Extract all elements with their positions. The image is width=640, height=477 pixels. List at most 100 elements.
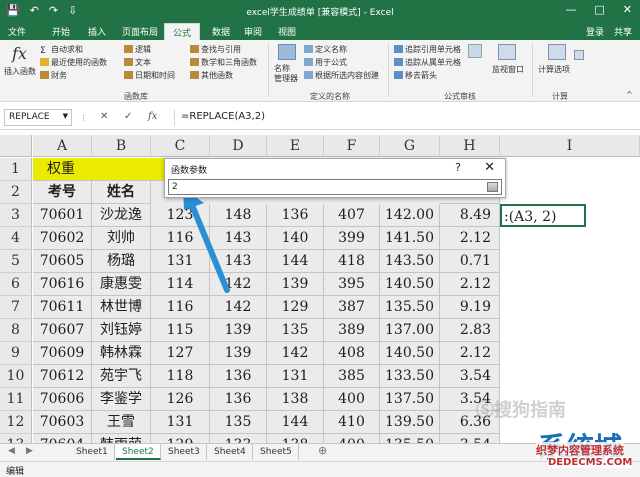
prev-sheet-icon[interactable]: ◀ bbox=[8, 446, 15, 456]
calculator-icon[interactable] bbox=[548, 44, 566, 60]
table-cell[interactable]: 135 bbox=[267, 319, 324, 342]
column-header[interactable]: A bbox=[33, 135, 92, 157]
calc-now-icon[interactable] bbox=[574, 50, 584, 60]
table-cell[interactable]: 140.50 bbox=[380, 273, 440, 296]
text-button[interactable]: 文本 bbox=[124, 57, 151, 68]
row-header[interactable]: 5 bbox=[0, 250, 32, 273]
column-header[interactable]: F bbox=[324, 135, 380, 157]
row-header[interactable]: 8 bbox=[0, 319, 32, 342]
table-cell[interactable]: 118 bbox=[151, 365, 210, 388]
table-cell[interactable]: 70601 bbox=[33, 204, 92, 227]
close-icon[interactable]: ✕ bbox=[484, 160, 495, 175]
cancel-icon[interactable]: ✕ bbox=[100, 111, 108, 122]
table-cell[interactable]: 70604 bbox=[33, 434, 92, 443]
column-header[interactable]: B bbox=[92, 135, 151, 157]
datetime-button[interactable]: 日期和时间 bbox=[124, 70, 175, 81]
add-sheet-icon[interactable]: ⊕ bbox=[318, 444, 327, 457]
name-box[interactable]: REPLACE ▼ bbox=[4, 109, 72, 126]
table-cell[interactable]: 131 bbox=[151, 250, 210, 273]
row-header[interactable]: 3 bbox=[0, 204, 32, 227]
table-cell[interactable]: 129 bbox=[151, 434, 210, 443]
tab-page-layout[interactable]: 页面布局 bbox=[122, 25, 158, 38]
table-cell[interactable]: 8.49 bbox=[440, 204, 500, 227]
table-cell[interactable]: 2.12 bbox=[440, 273, 500, 296]
table-cell[interactable]: 127 bbox=[151, 342, 210, 365]
table-cell[interactable]: 70607 bbox=[33, 319, 92, 342]
table-cell[interactable]: 沙龙逸 bbox=[92, 204, 151, 227]
table-cell[interactable]: 133 bbox=[210, 434, 267, 443]
table-cell[interactable]: 70611 bbox=[33, 296, 92, 319]
sheet-tab-2[interactable]: Sheet2 bbox=[116, 444, 161, 460]
create-from-selection-button[interactable]: 根据所选内容创建 bbox=[304, 70, 379, 81]
row-header[interactable]: 1 bbox=[0, 158, 32, 181]
financial-button[interactable]: 财务 bbox=[40, 70, 67, 81]
table-cell[interactable]: 138 bbox=[267, 388, 324, 411]
table-cell[interactable]: 400 bbox=[324, 388, 380, 411]
table-cell[interactable]: 141.50 bbox=[380, 227, 440, 250]
table-cell[interactable]: 李鉴学 bbox=[92, 388, 151, 411]
row-header[interactable]: 10 bbox=[0, 365, 32, 388]
table-cell[interactable]: 70606 bbox=[33, 388, 92, 411]
column-header[interactable]: C bbox=[151, 135, 210, 157]
tab-view[interactable]: 视图 bbox=[278, 25, 296, 38]
table-cell[interactable]: 408 bbox=[324, 342, 380, 365]
table-cell[interactable]: 115 bbox=[151, 319, 210, 342]
table-cell[interactable]: 139 bbox=[267, 273, 324, 296]
table-cell[interactable]: 137.50 bbox=[380, 388, 440, 411]
column-header[interactable]: D bbox=[210, 135, 267, 157]
table-cell[interactable]: 137.00 bbox=[380, 319, 440, 342]
trace-dependents-button[interactable]: 追踪从属单元格 bbox=[394, 57, 461, 68]
table-cell[interactable]: 116 bbox=[151, 296, 210, 319]
table-cell[interactable]: 70605 bbox=[33, 250, 92, 273]
table-cell[interactable]: 410 bbox=[324, 411, 380, 434]
select-all-corner[interactable] bbox=[0, 135, 32, 157]
sheet-tab-4[interactable]: Sheet4 bbox=[208, 444, 253, 460]
column-header[interactable]: G bbox=[380, 135, 440, 157]
table-cell[interactable]: 387 bbox=[324, 296, 380, 319]
table-cell[interactable]: 林世博 bbox=[92, 296, 151, 319]
chevron-down-icon[interactable]: ▼ bbox=[63, 112, 68, 120]
math-button[interactable]: 数学和三角函数 bbox=[190, 57, 257, 68]
table-cell[interactable]: 143 bbox=[210, 227, 267, 250]
table-cell[interactable]: 70612 bbox=[33, 365, 92, 388]
table-cell[interactable]: 140.50 bbox=[380, 342, 440, 365]
insert-function-button[interactable]: 插入函数 bbox=[4, 66, 36, 77]
table-cell[interactable]: 126 bbox=[151, 388, 210, 411]
table-cell[interactable]: 刘钰婷 bbox=[92, 319, 151, 342]
table-cell[interactable]: 142.00 bbox=[380, 204, 440, 227]
recent-functions-button[interactable]: 最近使用的函数 bbox=[40, 57, 107, 68]
autosum-button[interactable]: Σ 自动求和 bbox=[40, 44, 83, 56]
table-cell[interactable]: 0.71 bbox=[440, 250, 500, 273]
sheet-tab-5[interactable]: Sheet5 bbox=[254, 444, 299, 460]
row-header[interactable]: 11 bbox=[0, 388, 32, 411]
trace-precedents-button[interactable]: 追踪引用单元格 bbox=[394, 44, 461, 55]
lookup-button[interactable]: 查找与引用 bbox=[190, 44, 241, 55]
tab-file[interactable]: 文件 bbox=[8, 25, 26, 38]
header-cell[interactable]: 姓名 bbox=[92, 181, 151, 204]
column-header[interactable]: E bbox=[267, 135, 324, 157]
column-header[interactable]: H bbox=[440, 135, 500, 157]
table-cell[interactable]: 70609 bbox=[33, 342, 92, 365]
argument-input[interactable]: 2 bbox=[168, 179, 502, 195]
next-sheet-icon[interactable]: ▶ bbox=[26, 446, 33, 456]
table-cell[interactable]: 138 bbox=[267, 434, 324, 443]
table-cell[interactable]: 144 bbox=[267, 411, 324, 434]
row-header[interactable]: 7 bbox=[0, 296, 32, 319]
table-cell[interactable]: 70616 bbox=[33, 273, 92, 296]
help-icon[interactable]: ? bbox=[455, 161, 461, 174]
header-cell[interactable]: 考号 bbox=[33, 181, 92, 204]
table-cell[interactable]: 131 bbox=[267, 365, 324, 388]
collapse-dialog-icon[interactable] bbox=[487, 182, 498, 192]
enter-icon[interactable]: ✓ bbox=[124, 111, 132, 122]
more-functions-button[interactable]: 其他函数 bbox=[190, 70, 233, 81]
table-cell[interactable]: 刘帅 bbox=[92, 227, 151, 250]
sheet-tab-1[interactable]: Sheet1 bbox=[70, 444, 115, 460]
name-manager-icon[interactable] bbox=[278, 44, 296, 60]
table-cell[interactable]: 135.50 bbox=[380, 434, 440, 443]
use-in-formula-button[interactable]: 用于公式 bbox=[304, 57, 347, 68]
maximize-icon[interactable]: □ bbox=[594, 3, 604, 16]
table-cell[interactable]: 9.19 bbox=[440, 296, 500, 319]
table-cell[interactable]: 韩雨萌 bbox=[92, 434, 151, 443]
table-cell[interactable]: 136 bbox=[210, 388, 267, 411]
table-cell[interactable]: 148 bbox=[210, 204, 267, 227]
